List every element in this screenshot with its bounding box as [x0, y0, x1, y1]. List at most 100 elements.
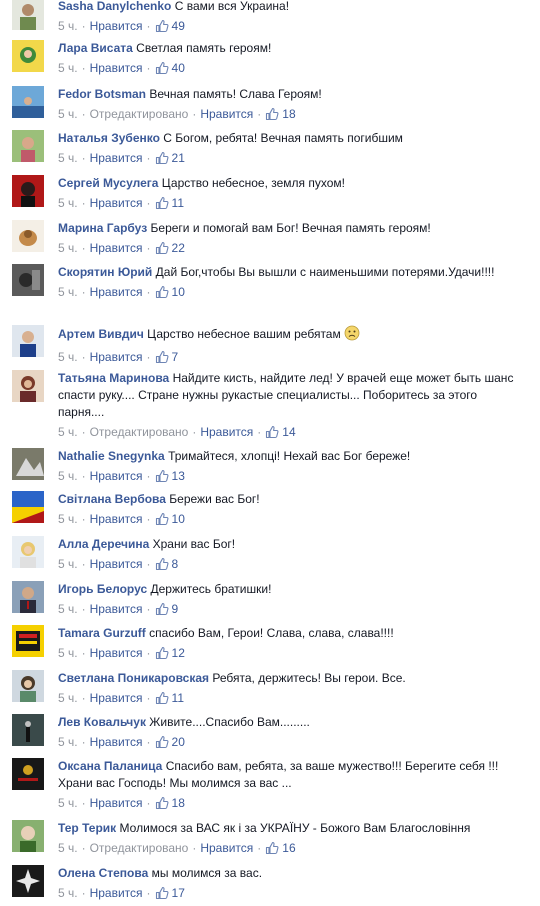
like-button[interactable]: Нравится: [90, 350, 143, 364]
comment-timestamp[interactable]: 5 ч.: [58, 469, 78, 483]
comment-author-link[interactable]: Світлана Вербова: [58, 492, 166, 506]
edited-label[interactable]: Отредактировано: [90, 841, 189, 855]
edited-label[interactable]: Отредактировано: [90, 107, 189, 121]
comment-author-link[interactable]: Наталья Зубенко: [58, 131, 160, 145]
like-button[interactable]: Нравится: [90, 796, 143, 810]
comment-author-link[interactable]: Сергей Мусулега: [58, 176, 158, 190]
like-button[interactable]: Нравится: [90, 512, 143, 526]
comment-timestamp[interactable]: 5 ч.: [58, 646, 78, 660]
avatar[interactable]: [12, 0, 44, 30]
comment-timestamp[interactable]: 5 ч.: [58, 61, 78, 75]
comment-author-link[interactable]: Игорь Белорус: [58, 582, 147, 596]
comment-timestamp[interactable]: 5 ч.: [58, 841, 78, 855]
comment-timestamp[interactable]: 5 ч.: [58, 886, 78, 900]
avatar[interactable]: [12, 175, 44, 207]
like-count[interactable]: 12: [172, 646, 185, 660]
like-count[interactable]: 21: [172, 151, 185, 165]
comment-body: Лара Висата Светлая память героям! 5 ч. · Н…: [58, 40, 526, 80]
comment-timestamp[interactable]: 5 ч.: [58, 285, 78, 299]
like-button[interactable]: Нравится: [90, 646, 143, 660]
like-button[interactable]: Нравится: [90, 196, 143, 210]
comment-timestamp[interactable]: 5 ч.: [58, 735, 78, 749]
avatar[interactable]: [12, 625, 44, 657]
like-count[interactable]: 11: [172, 196, 184, 210]
like-count[interactable]: 9: [172, 602, 179, 616]
comment-author-link[interactable]: Татьяна Маринова: [58, 371, 169, 385]
comment-author-link[interactable]: Sasha Danylchenko: [58, 0, 171, 13]
avatar[interactable]: [12, 220, 44, 252]
like-count[interactable]: 10: [172, 285, 185, 299]
avatar[interactable]: [12, 581, 44, 613]
avatar[interactable]: [12, 130, 44, 162]
comment-author-link[interactable]: Светлана Поникаровская: [58, 671, 209, 685]
avatar[interactable]: [12, 40, 44, 72]
like-button[interactable]: Нравится: [200, 841, 253, 855]
comment-author-link[interactable]: Оксана Паланица: [58, 759, 162, 773]
comment-author-link[interactable]: Скорятин Юрий: [58, 265, 152, 279]
like-button[interactable]: Нравится: [90, 602, 143, 616]
like-count[interactable]: 20: [172, 735, 185, 749]
like-button[interactable]: Нравится: [90, 151, 143, 165]
comment-author-link[interactable]: Алла Деречина: [58, 537, 149, 551]
comment-timestamp[interactable]: 5 ч.: [58, 557, 78, 571]
like-button[interactable]: Нравится: [200, 425, 253, 439]
comment-timestamp[interactable]: 5 ч.: [58, 602, 78, 616]
like-count[interactable]: 49: [172, 19, 185, 33]
comment-author-link[interactable]: Тер Терик: [58, 821, 116, 835]
comment-timestamp[interactable]: 5 ч.: [58, 241, 78, 255]
comment-author-link[interactable]: Tamara Gurzuff: [58, 626, 146, 640]
like-count[interactable]: 22: [172, 241, 185, 255]
comment-timestamp[interactable]: 5 ч.: [58, 512, 78, 526]
like-button[interactable]: Нравится: [90, 557, 143, 571]
like-button[interactable]: Нравится: [90, 285, 143, 299]
comment-author-link[interactable]: Лев Ковальчук: [58, 715, 146, 729]
avatar[interactable]: [12, 448, 44, 480]
like-count[interactable]: 13: [172, 469, 185, 483]
comment-timestamp[interactable]: 5 ч.: [58, 151, 78, 165]
like-count[interactable]: 14: [282, 425, 295, 439]
like-button[interactable]: Нравится: [90, 886, 143, 900]
like-count[interactable]: 11: [172, 691, 184, 705]
comment-author-link[interactable]: Nathalie Snegynka: [58, 449, 165, 463]
comment-author-link[interactable]: Марина Гарбуз: [58, 221, 147, 235]
comment-timestamp[interactable]: 5 ч.: [58, 350, 78, 364]
like-button[interactable]: Нравится: [90, 469, 143, 483]
comment-timestamp[interactable]: 5 ч.: [58, 107, 78, 121]
avatar[interactable]: [12, 714, 44, 746]
comment-author-link[interactable]: Лара Висата: [58, 41, 133, 55]
like-button[interactable]: Нравится: [90, 691, 143, 705]
like-count[interactable]: 8: [172, 557, 179, 571]
avatar[interactable]: [12, 491, 44, 523]
avatar[interactable]: [12, 758, 44, 790]
comment-author-link[interactable]: Fedor Botsman: [58, 87, 146, 101]
like-count[interactable]: 18: [172, 796, 185, 810]
avatar[interactable]: [12, 820, 44, 852]
like-count[interactable]: 17: [172, 886, 185, 900]
like-count[interactable]: 7: [172, 350, 179, 364]
comment-timestamp[interactable]: 5 ч.: [58, 691, 78, 705]
avatar[interactable]: [12, 325, 44, 357]
like-button[interactable]: Нравится: [90, 735, 143, 749]
like-count[interactable]: 10: [172, 512, 185, 526]
like-count[interactable]: 40: [172, 61, 185, 75]
avatar[interactable]: [12, 670, 44, 702]
separator-dot: ·: [192, 107, 197, 121]
comment-timestamp[interactable]: 5 ч.: [58, 196, 78, 210]
like-button[interactable]: Нравится: [90, 61, 143, 75]
like-count[interactable]: 18: [282, 107, 295, 121]
like-count[interactable]: 16: [282, 841, 295, 855]
edited-label[interactable]: Отредактировано: [90, 425, 189, 439]
avatar[interactable]: [12, 86, 44, 118]
like-button[interactable]: Нравится: [90, 241, 143, 255]
avatar[interactable]: [12, 370, 44, 402]
avatar[interactable]: [12, 264, 44, 296]
comment-timestamp[interactable]: 5 ч.: [58, 425, 78, 439]
comment-timestamp[interactable]: 5 ч.: [58, 19, 78, 33]
comment-author-link[interactable]: Олена Степова: [58, 866, 148, 880]
like-button[interactable]: Нравится: [200, 107, 253, 121]
avatar[interactable]: [12, 536, 44, 568]
avatar[interactable]: [12, 865, 44, 897]
comment-timestamp[interactable]: 5 ч.: [58, 796, 78, 810]
comment-author-link[interactable]: Артем Вивдич: [58, 327, 144, 341]
like-button[interactable]: Нравится: [90, 19, 143, 33]
